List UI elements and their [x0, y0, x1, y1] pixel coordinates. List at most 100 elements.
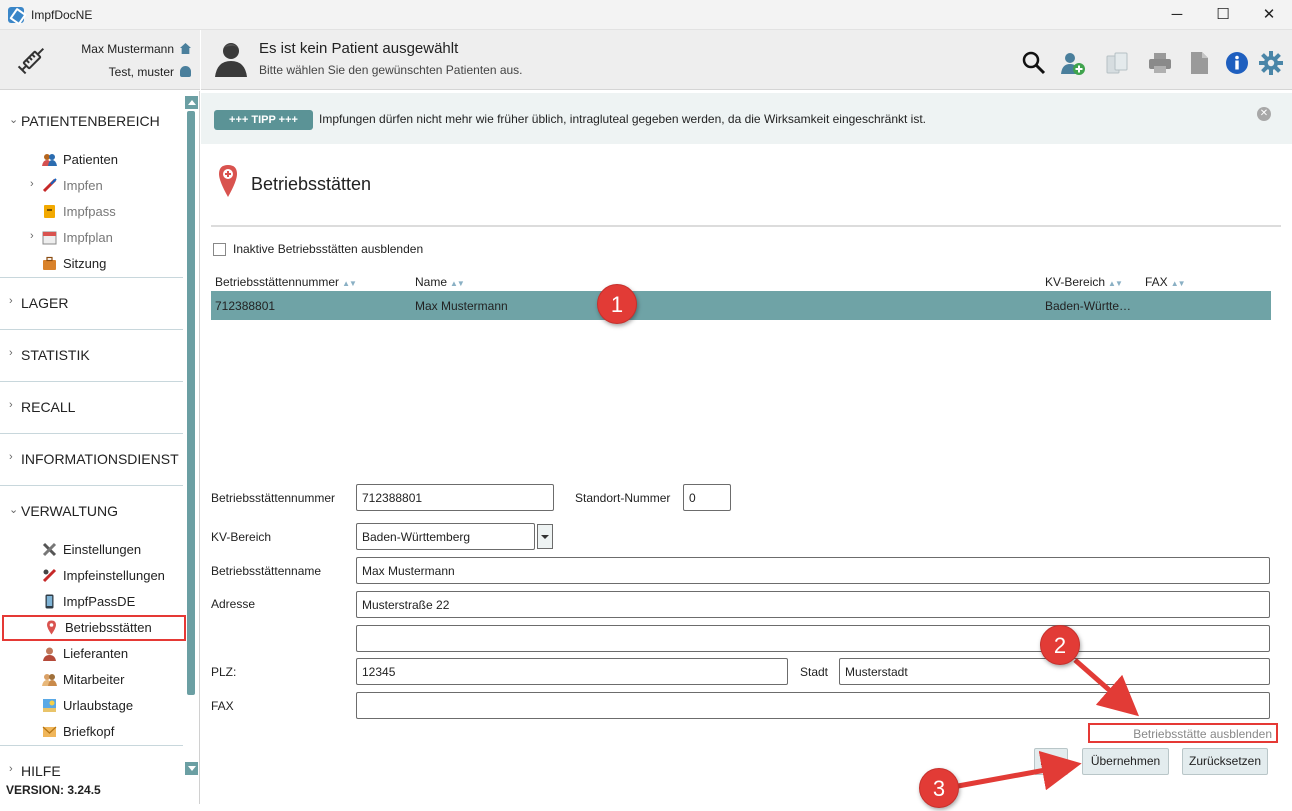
user-icon[interactable] — [180, 66, 191, 77]
standort-label: Standort-Nummer — [575, 491, 671, 505]
tools-icon — [42, 542, 57, 557]
fax-field[interactable] — [356, 692, 1270, 719]
sidebar-item-sitzung[interactable]: Sitzung — [0, 252, 183, 276]
sidebar-item-impfplan[interactable]: › Impfplan — [0, 226, 183, 250]
close-icon[interactable]: ✕ — [1257, 107, 1271, 121]
sidebar-item-impfen[interactable]: › Impfen — [0, 174, 183, 198]
vacation-icon — [43, 699, 56, 712]
location-pin-icon — [219, 165, 237, 197]
standort-field[interactable]: 0 — [683, 484, 731, 511]
hide-inactive-checkbox[interactable] — [213, 243, 226, 256]
annotation-callout-3: 3 — [919, 768, 959, 808]
reset-button[interactable]: Zurücksetzen — [1182, 748, 1268, 775]
patient-title: Es ist kein Patient ausgewählt — [259, 40, 459, 57]
apply-button[interactable]: Übernehmen — [1082, 748, 1169, 775]
minimize-button[interactable]: ─ — [1154, 0, 1200, 30]
sidebar-item-label: Impfeinstellungen — [63, 568, 165, 583]
sidebar-item-impfpassde[interactable]: ImpfPassDE — [0, 590, 183, 614]
adresse2-field[interactable] — [356, 625, 1270, 652]
sidebar-item-label: Einstellungen — [63, 542, 142, 557]
sort-icon[interactable]: ▲▼ — [1171, 279, 1186, 288]
new-button[interactable]: Neu — [1034, 748, 1068, 775]
section-label: LAGER — [21, 295, 69, 311]
scroll-up-button[interactable] — [185, 96, 198, 109]
hide-inactive-label: Inaktive Betriebsstätten ausblenden — [233, 242, 424, 256]
briefcase-icon — [43, 256, 56, 270]
maximize-button[interactable]: ☐ — [1200, 0, 1246, 30]
fax-label: FAX — [211, 699, 234, 713]
kv-bereich-select[interactable]: Baden-Württemberg — [356, 523, 535, 550]
cell-name: Max Mustermann — [415, 299, 508, 313]
annotation-callout-2: 2 — [1040, 625, 1080, 665]
table-row[interactable]: 712388801 Max Mustermann Baden-Württe… — [211, 291, 1271, 320]
staff-icon — [42, 674, 57, 686]
sidebar-item-label: Impfplan — [63, 230, 113, 245]
chevron-right-icon: › — [9, 763, 13, 775]
tip-badge: +++ TIPP +++ — [214, 110, 313, 130]
sidebar-item-mitarbeiter[interactable]: Mitarbeiter — [0, 668, 183, 692]
chevron-down-icon: ⌄ — [9, 504, 19, 516]
nummer-field[interactable]: 712388801 — [356, 484, 554, 511]
patients-icon — [42, 154, 57, 166]
sidebar-item-label: Impfpass — [63, 204, 116, 219]
user-panel: Max Mustermann Test, muster — [0, 30, 200, 90]
version-label: VERSION: 3.24.5 — [6, 783, 101, 797]
column-header-nummer[interactable]: Betriebsstättennummer ▲▼ — [215, 275, 357, 289]
sidebar-item-impfpass[interactable]: Impfpass — [0, 200, 183, 224]
hide-location-link[interactable]: Betriebsstätte ausblenden — [1088, 723, 1278, 743]
sidebar-item-impfeinstellungen[interactable]: Impfeinstellungen — [0, 564, 183, 588]
page-title: Betriebsstätten — [251, 174, 372, 194]
divider — [0, 277, 183, 278]
sidebar-item-patienten[interactable]: Patienten — [0, 148, 183, 172]
sidebar-scrollbar[interactable] — [187, 111, 195, 695]
tip-banner: +++ TIPP +++ Impfungen dürfen nicht mehr… — [201, 93, 1292, 144]
section-label: VERWALTUNG — [21, 503, 118, 519]
column-header-kv-bereich[interactable]: KV-Bereich ▲▼ — [1045, 275, 1123, 289]
document-icon[interactable] — [1186, 50, 1212, 76]
expand-icon[interactable]: › — [30, 230, 34, 242]
settings-icon[interactable] — [1258, 50, 1284, 76]
home-icon[interactable] — [180, 43, 191, 54]
stadt-label: Stadt — [800, 665, 829, 679]
adresse-field[interactable]: Musterstraße 22 — [356, 591, 1270, 618]
sidebar-item-betriebsstaetten[interactable]: Betriebsstätten — [2, 615, 186, 641]
betriebsstaettenname-field[interactable]: Max Mustermann — [356, 557, 1270, 584]
sort-icon[interactable]: ▲▼ — [1108, 279, 1123, 288]
column-label: Betriebsstättennummer — [215, 275, 340, 289]
letter-icon — [42, 726, 57, 737]
plz-label: PLZ: — [211, 665, 237, 679]
sort-icon[interactable]: ▲▼ — [342, 279, 357, 288]
plz-field[interactable]: 12345 — [356, 658, 788, 685]
close-button[interactable]: ✕ — [1246, 0, 1292, 30]
vaccination-pass-icon — [44, 205, 55, 218]
section-label: STATISTIK — [21, 347, 90, 363]
column-label: KV-Bereich — [1045, 275, 1106, 289]
column-header-fax[interactable]: FAX ▲▼ — [1145, 275, 1186, 289]
chevron-right-icon: › — [9, 399, 13, 411]
add-patient-icon[interactable] — [1060, 50, 1086, 76]
sidebar-item-urlaubstage[interactable]: Urlaubstage — [0, 694, 183, 718]
nummer-label: Betriebsstättennummer — [211, 491, 336, 505]
phone-icon — [45, 594, 54, 609]
expand-icon[interactable]: › — [30, 178, 34, 190]
sidebar-item-einstellungen[interactable]: Einstellungen — [0, 538, 183, 562]
kv-bereich-label: KV-Bereich — [211, 530, 272, 544]
app-icon — [8, 7, 24, 23]
sidebar-item-label: Lieferanten — [63, 646, 129, 661]
column-header-name[interactable]: Name ▲▼ — [415, 275, 465, 289]
column-label: Name — [415, 275, 448, 289]
sidebar-item-lieferanten[interactable]: Lieferanten — [0, 642, 183, 666]
print-icon[interactable] — [1147, 50, 1173, 76]
cell-nummer: 712388801 — [215, 299, 276, 313]
annotation-callout-1: 1 — [597, 284, 637, 324]
sort-icon[interactable]: ▲▼ — [450, 279, 465, 288]
betriebsstaettenname-label: Betriebsstättenname — [211, 564, 322, 578]
divider — [0, 433, 183, 434]
search-icon[interactable] — [1021, 50, 1047, 76]
copy-icon[interactable] — [1104, 50, 1130, 76]
window-title: ImpfDocNE — [31, 8, 93, 22]
chevron-down-icon[interactable] — [537, 524, 553, 549]
sidebar-item-briefkopf[interactable]: Briefkopf — [0, 720, 183, 744]
info-icon[interactable] — [1224, 50, 1250, 76]
scroll-down-button[interactable] — [185, 762, 198, 775]
